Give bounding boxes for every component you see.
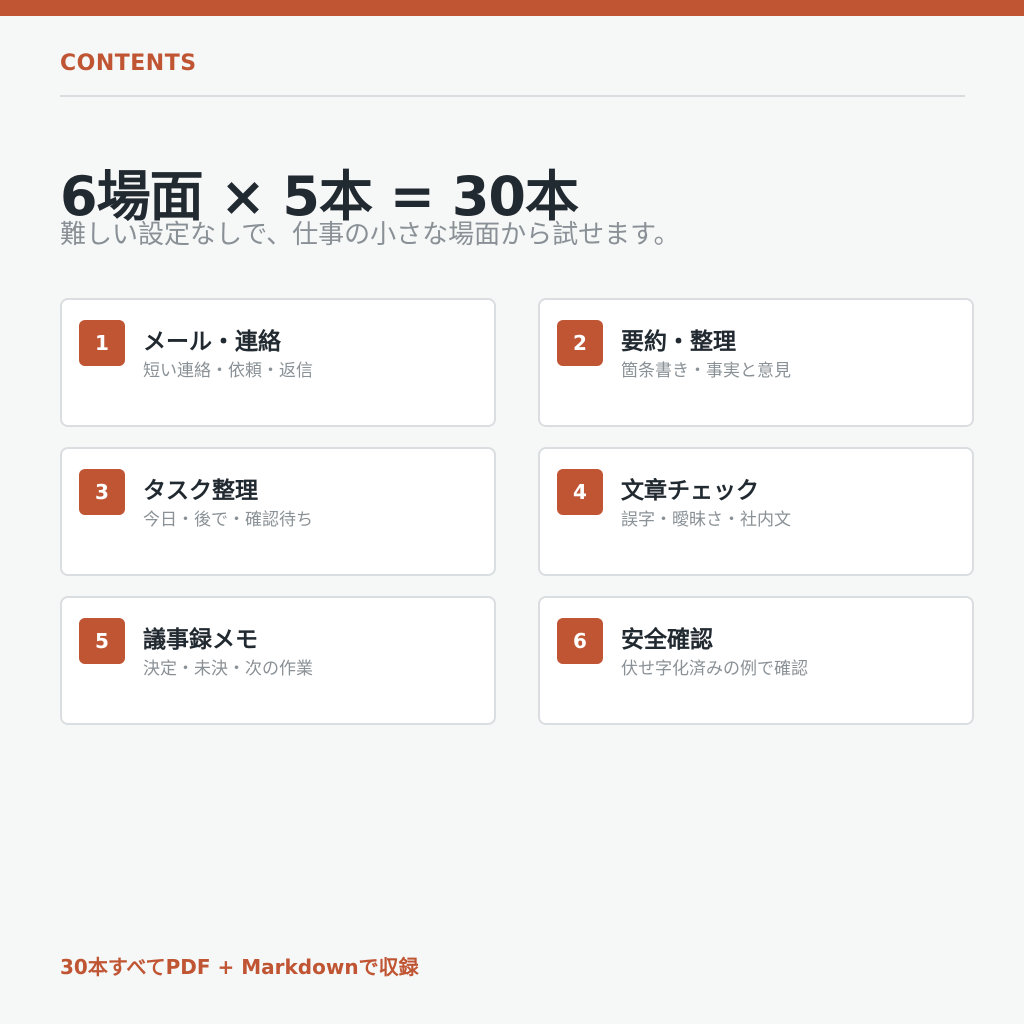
card-description: 箇条書き・事実と意見 [621, 361, 791, 381]
scene-card-minutes: 5 議事録メモ 決定・未決・次の作業 [60, 596, 496, 725]
card-description: 伏せ字化済みの例で確認 [621, 659, 808, 679]
scene-card-safety: 6 安全確認 伏せ字化済みの例で確認 [538, 596, 974, 725]
card-title: 安全確認 [621, 627, 713, 653]
scene-card-summary: 2 要約・整理 箇条書き・事実と意見 [538, 298, 974, 427]
scene-card-email: 1 メール・連絡 短い連絡・依頼・返信 [60, 298, 496, 427]
card-number-badge: 2 [557, 320, 603, 366]
card-description: 短い連絡・依頼・返信 [143, 361, 313, 381]
footer-note: 30本すべてPDF + Markdownで収録 [60, 955, 419, 979]
page-subtitle: 難しい設定なしで、仕事の小さな場面から試せます。 [60, 220, 680, 250]
card-number-badge: 4 [557, 469, 603, 515]
card-number-badge: 5 [79, 618, 125, 664]
scene-card-grid: 1 メール・連絡 短い連絡・依頼・返信 2 要約・整理 箇条書き・事実と意見 3… [60, 298, 974, 725]
card-title: 議事録メモ [143, 627, 258, 653]
scene-card-tasks: 3 タスク整理 今日・後で・確認待ち [60, 447, 496, 576]
card-title: タスク整理 [143, 478, 258, 504]
card-number-badge: 1 [79, 320, 125, 366]
card-title: 要約・整理 [621, 329, 736, 355]
card-description: 決定・未決・次の作業 [143, 659, 313, 679]
card-title: 文章チェック [621, 478, 759, 504]
card-number-badge: 3 [79, 469, 125, 515]
card-description: 誤字・曖昧さ・社内文 [621, 510, 791, 530]
card-number-badge: 6 [557, 618, 603, 664]
card-title: メール・連絡 [143, 329, 281, 355]
scene-card-proofreading: 4 文章チェック 誤字・曖昧さ・社内文 [538, 447, 974, 576]
card-description: 今日・後で・確認待ち [143, 510, 313, 530]
section-label: CONTENTS [60, 51, 197, 76]
header-divider [60, 95, 965, 97]
top-accent-bar [0, 0, 1024, 16]
